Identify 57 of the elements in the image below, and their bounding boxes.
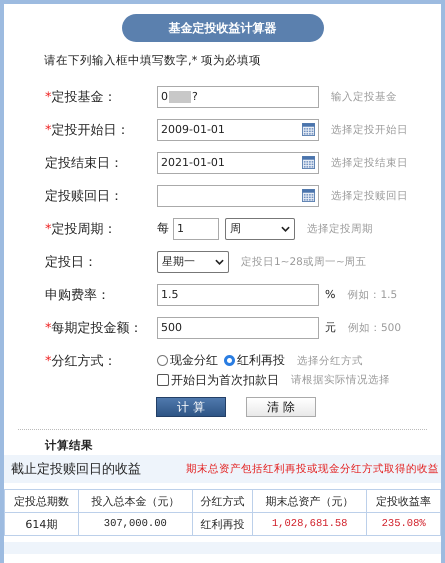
calculator-title: 基金定投收益计算器 bbox=[122, 14, 324, 42]
calculate-button[interactable]: 计 算 bbox=[156, 397, 226, 417]
unit-label: 元 bbox=[325, 320, 336, 335]
hint-text: 定投日1~28或周一~周五 bbox=[241, 254, 367, 268]
hint-text: 选择定投结束日 bbox=[331, 156, 408, 170]
field-label: *定投周期： bbox=[45, 222, 116, 236]
date-input[interactable]: 2021-01-01 bbox=[157, 152, 319, 174]
hint-text: 选择定投周期 bbox=[307, 222, 373, 236]
field-label: *定投开始日： bbox=[45, 122, 130, 138]
column-header: 分红方式 bbox=[192, 490, 253, 512]
field-label: 定投结束日： bbox=[45, 156, 123, 170]
checkbox-option[interactable]: 开始日为首次扣款日 bbox=[157, 372, 279, 388]
hint-text: 选择定投开始日 bbox=[331, 122, 408, 136]
results-subtitle: 截止定投赎回日的收益 bbox=[11, 461, 141, 478]
every-label: 每 bbox=[157, 220, 169, 237]
radio-option[interactable]: 现金分红 bbox=[157, 352, 218, 369]
results-heading: 计算结果 bbox=[45, 438, 94, 453]
calendar-icon[interactable] bbox=[302, 189, 315, 202]
column-header: 定投总期数 bbox=[4, 490, 78, 512]
column-header: 投入总本金（元） bbox=[78, 490, 192, 512]
results-note: 期末总资产包括红利再投或现金分红方式取得的收益 bbox=[186, 462, 439, 476]
table-cell: 307,000.00 bbox=[78, 512, 192, 536]
radio-option[interactable]: 红利再投 bbox=[224, 352, 285, 369]
blurred-area bbox=[169, 90, 191, 102]
hint-text: 请根据实际情况选择 bbox=[291, 373, 390, 387]
field-label: *分红方式： bbox=[45, 354, 116, 368]
hint-text: 选择分红方式 bbox=[297, 354, 363, 368]
unit-label: % bbox=[325, 288, 336, 301]
table-cell: 红利再投 bbox=[192, 512, 253, 536]
text-input[interactable]: 1.5 bbox=[157, 284, 319, 306]
table-cell: 235.08% bbox=[366, 512, 440, 536]
hint-text: 例如：500 bbox=[348, 320, 402, 334]
hint-text: 输入定投基金 bbox=[331, 90, 397, 104]
column-header: 期末总资产（元） bbox=[252, 490, 367, 512]
date-input[interactable]: 2009-01-01 bbox=[157, 118, 319, 140]
chevron-down-icon bbox=[281, 226, 290, 232]
weekday-select[interactable]: 星期一 bbox=[157, 250, 229, 272]
clear-button[interactable]: 清 除 bbox=[246, 397, 316, 417]
field-label: 申购费率： bbox=[45, 288, 110, 302]
instruction-text: 请在下列输入框中填写数字,* 项为必填项 bbox=[44, 53, 262, 68]
date-input[interactable] bbox=[157, 184, 319, 206]
calendar-icon[interactable] bbox=[302, 156, 315, 169]
hint-text: 选择定投赎回日 bbox=[331, 188, 408, 202]
field-label: 定投赎回日： bbox=[45, 188, 123, 204]
field-label: *每期定投金额： bbox=[45, 320, 142, 336]
table-cell: 1,028,681.58 bbox=[252, 512, 367, 536]
field-label: *定投基金： bbox=[45, 90, 116, 104]
calendar-icon[interactable] bbox=[302, 123, 315, 136]
fund-input[interactable]: 0 ? bbox=[157, 86, 319, 108]
unit-select[interactable]: 周 bbox=[225, 218, 295, 240]
table-cell: 614期 bbox=[4, 512, 78, 536]
period-input[interactable]: 1 bbox=[173, 218, 219, 240]
column-header: 定投收益率 bbox=[366, 490, 440, 512]
hint-text: 例如：1.5 bbox=[347, 288, 398, 302]
field-label: 定投日： bbox=[45, 254, 97, 270]
chevron-down-icon bbox=[215, 258, 224, 264]
text-input[interactable]: 500 bbox=[157, 316, 319, 338]
